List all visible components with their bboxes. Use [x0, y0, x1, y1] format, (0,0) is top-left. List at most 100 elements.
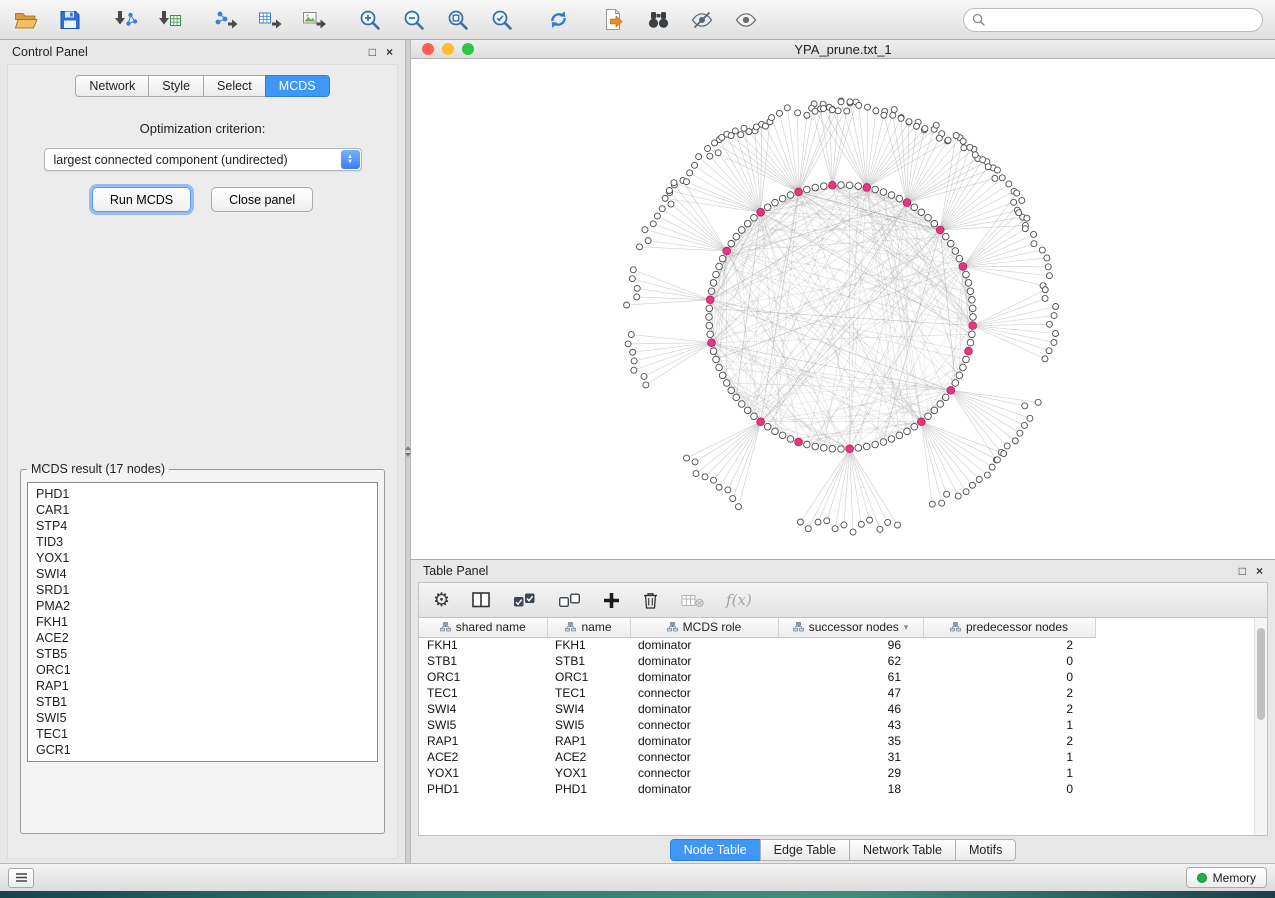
tab-network-table[interactable]: Network Table — [849, 839, 956, 861]
table-cell[interactable]: SWI4 — [547, 701, 630, 717]
export-document-button[interactable] — [600, 6, 628, 34]
table-cell[interactable]: ACE2 — [547, 749, 630, 765]
table-cell[interactable]: connector — [630, 685, 778, 701]
table-cell[interactable]: dominator — [630, 669, 778, 685]
mcds-result-item[interactable]: GCR1 — [36, 742, 369, 758]
hide-details-button[interactable] — [688, 6, 716, 34]
mcds-result-item[interactable]: SWI5 — [36, 710, 369, 726]
tab-style[interactable]: Style — [148, 75, 204, 97]
zoom-in-button[interactable] — [356, 6, 384, 34]
table-cell[interactable]: 18 — [778, 781, 923, 797]
table-cell[interactable]: dominator — [630, 653, 778, 669]
search-input[interactable] — [990, 13, 1254, 27]
mcds-result-item[interactable]: PHD1 — [36, 486, 369, 502]
table-cell[interactable]: SWI5 — [547, 717, 630, 733]
show-columns-button[interactable] — [472, 587, 491, 613]
table-cell[interactable]: RAP1 — [419, 733, 547, 749]
mcds-result-item[interactable]: TID3 — [36, 534, 369, 550]
tab-node-table[interactable]: Node Table — [670, 839, 761, 861]
table-cell[interactable]: YOX1 — [547, 765, 630, 781]
table-cell[interactable]: 62 — [778, 653, 923, 669]
mcds-result-item[interactable]: STB5 — [36, 646, 369, 662]
table-cell[interactable]: 47 — [778, 685, 923, 701]
table-cell[interactable]: 1 — [923, 765, 1095, 781]
table-cell[interactable]: 31 — [778, 749, 923, 765]
table-cell[interactable]: 46 — [778, 701, 923, 717]
float-panel-icon[interactable]: □ — [369, 46, 376, 58]
minimize-window-button[interactable] — [442, 43, 454, 55]
column-header-shared-name[interactable]: shared name — [419, 618, 547, 637]
mcds-result-item[interactable]: TEC1 — [36, 726, 369, 742]
table-row[interactable]: YOX1YOX1connector291 — [419, 765, 1109, 781]
tab-network[interactable]: Network — [75, 75, 149, 97]
table-cell[interactable]: 43 — [778, 717, 923, 733]
table-cell[interactable]: 1 — [923, 717, 1095, 733]
table-cell[interactable]: 2 — [923, 637, 1095, 653]
table-row[interactable]: ORC1ORC1dominator610 — [419, 669, 1109, 685]
zoom-selected-button[interactable] — [488, 6, 516, 34]
mcds-result-list[interactable]: PHD1CAR1STP4TID3YOX1SWI4SRD1PMA2FKH1ACE2… — [27, 482, 378, 762]
zoom-fit-button[interactable] — [444, 6, 472, 34]
table-row[interactable]: FKH1FKH1dominator962 — [419, 637, 1109, 653]
column-header-successor-nodes[interactable]: successor nodes▾ — [778, 618, 923, 637]
table-cell[interactable]: 35 — [778, 733, 923, 749]
mcds-result-item[interactable]: ACE2 — [36, 630, 369, 646]
export-table-button[interactable] — [256, 6, 284, 34]
table-row[interactable]: SWI5SWI5connector431 — [419, 717, 1109, 733]
table-row[interactable]: ACE2ACE2connector311 — [419, 749, 1109, 765]
mcds-result-item[interactable]: CAR1 — [36, 502, 369, 518]
close-window-button[interactable] — [422, 43, 434, 55]
export-network-button[interactable] — [212, 6, 240, 34]
table-cell[interactable]: ORC1 — [419, 669, 547, 685]
status-menu-button[interactable] — [8, 868, 34, 888]
close-panel-icon[interactable]: × — [386, 46, 393, 58]
save-session-button[interactable] — [56, 6, 84, 34]
table-cell[interactable]: 0 — [923, 653, 1095, 669]
import-table-button[interactable] — [156, 6, 184, 34]
table-row[interactable]: RAP1RAP1dominator352 — [419, 733, 1109, 749]
table-cell[interactable]: STB1 — [547, 653, 630, 669]
criterion-dropdown[interactable]: largest connected component (undirected)… — [44, 148, 362, 171]
mcds-result-item[interactable]: SWI4 — [36, 566, 369, 582]
table-cell[interactable]: 2 — [923, 685, 1095, 701]
table-cell[interactable]: PHD1 — [419, 781, 547, 797]
export-image-button[interactable] — [300, 6, 328, 34]
table-cell[interactable]: ORC1 — [547, 669, 630, 685]
table-cell[interactable]: 2 — [923, 733, 1095, 749]
table-cell[interactable]: connector — [630, 717, 778, 733]
table-cell[interactable]: dominator — [630, 637, 778, 653]
table-cell[interactable]: PHD1 — [547, 781, 630, 797]
mcds-result-item[interactable]: PMA2 — [36, 598, 369, 614]
mcds-result-item[interactable]: YOX1 — [36, 550, 369, 566]
table-cell[interactable]: FKH1 — [419, 637, 547, 653]
run-mcds-button[interactable]: Run MCDS — [92, 187, 191, 212]
table-cell[interactable]: 2 — [923, 701, 1095, 717]
table-cell[interactable]: RAP1 — [547, 733, 630, 749]
table-cell[interactable]: SWI5 — [419, 717, 547, 733]
tab-mcds[interactable]: MCDS — [265, 75, 330, 97]
table-cell[interactable]: ACE2 — [419, 749, 547, 765]
table-cell[interactable]: dominator — [630, 733, 778, 749]
table-row[interactable]: TEC1TEC1connector472 — [419, 685, 1109, 701]
network-graph[interactable] — [411, 59, 1273, 559]
table-cell[interactable]: FKH1 — [547, 637, 630, 653]
table-row[interactable]: PHD1PHD1dominator180 — [419, 781, 1109, 797]
column-header-MCDS-role[interactable]: MCDS role — [630, 618, 778, 637]
close-table-panel-icon[interactable]: × — [1256, 565, 1263, 577]
table-cell[interactable]: STB1 — [419, 653, 547, 669]
tab-select[interactable]: Select — [203, 75, 266, 97]
table-cell[interactable]: connector — [630, 765, 778, 781]
mcds-result-item[interactable]: STB1 — [36, 694, 369, 710]
table-cell[interactable]: dominator — [630, 781, 778, 797]
network-canvas[interactable] — [411, 59, 1275, 559]
table-scrollbar[interactable] — [1254, 618, 1267, 835]
search-network-button[interactable] — [644, 6, 672, 34]
open-session-button[interactable] — [12, 6, 40, 34]
table-cell[interactable]: YOX1 — [419, 765, 547, 781]
close-panel-button[interactable]: Close panel — [211, 187, 313, 212]
add-column-button[interactable] — [603, 587, 620, 613]
table-row[interactable]: SWI4SWI4dominator462 — [419, 701, 1109, 717]
zoom-out-button[interactable] — [400, 6, 428, 34]
tab-motifs[interactable]: Motifs — [955, 839, 1016, 861]
show-details-button[interactable] — [732, 6, 760, 34]
